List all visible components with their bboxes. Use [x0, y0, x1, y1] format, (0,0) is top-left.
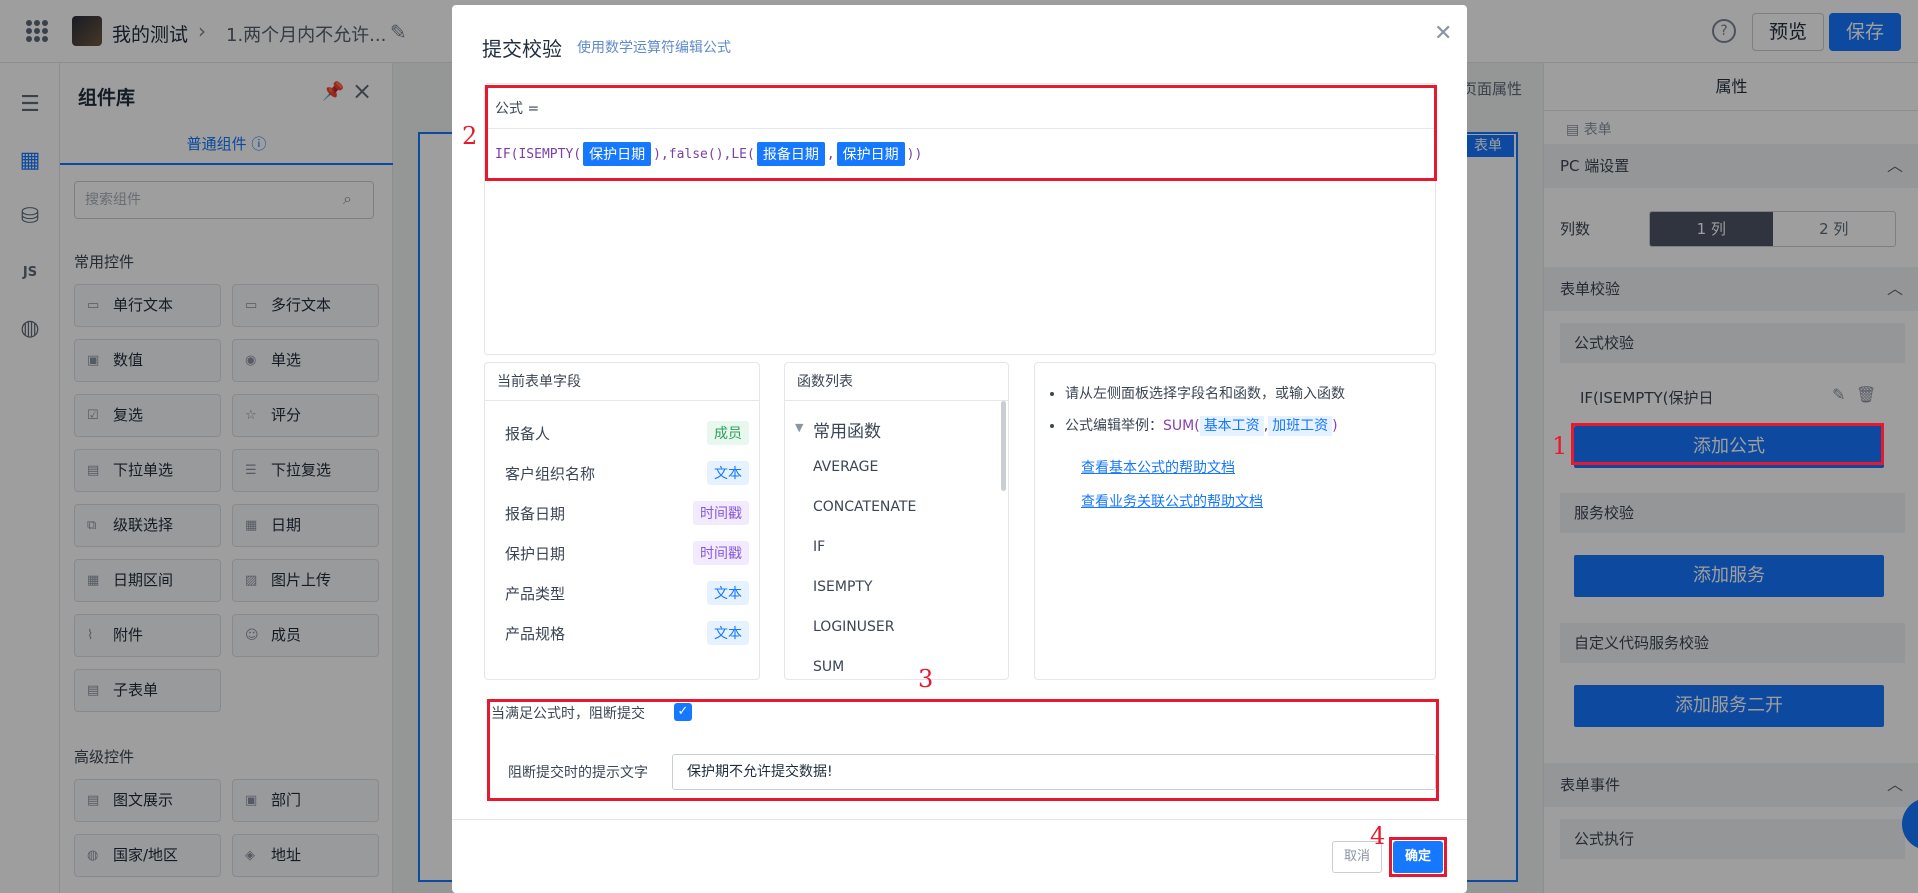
- field-item[interactable]: 产品类型: [505, 583, 565, 604]
- caret-down-icon[interactable]: ▼: [795, 421, 803, 434]
- dialog-title: 提交校验: [482, 37, 562, 61]
- annotation-box-4: [1389, 837, 1447, 877]
- annotation-box-1: [1571, 423, 1884, 465]
- functions-header: 函数列表: [785, 363, 1008, 401]
- fields-header: 当前表单字段: [485, 363, 759, 401]
- help-link-business[interactable]: 查看业务关联公式的帮助文档: [1081, 491, 1263, 511]
- function-item[interactable]: LOGINUSER: [813, 619, 894, 635]
- annotation-box-2: [485, 85, 1437, 181]
- dialog-subtitle: 使用数学运算符编辑公式: [577, 40, 731, 56]
- functions-group[interactable]: 常用函数: [813, 417, 881, 442]
- submit-validation-dialog: 提交校验 使用数学运算符编辑公式 ✕ 公式 = IF(ISEMPTY( 保护日期…: [452, 5, 1467, 893]
- help-field-chip: 加班工资: [1268, 416, 1333, 436]
- help-field-chip: 基本工资: [1199, 416, 1264, 436]
- field-type-badge: 文本: [707, 581, 749, 605]
- help-fn-end: ): [1332, 418, 1338, 434]
- field-item[interactable]: 产品规格: [505, 623, 565, 644]
- field-type-badge: 时间戳: [693, 541, 749, 565]
- annotation-box-3: [487, 699, 1439, 801]
- function-item[interactable]: AVERAGE: [813, 459, 878, 475]
- field-item[interactable]: 客户组织名称: [505, 463, 595, 484]
- field-item[interactable]: 报备人: [505, 423, 550, 444]
- help-panel: 请从左侧面板选择字段名和函数，或输入函数 公式编辑举例：SUM(基本工资,加班工…: [1034, 362, 1436, 680]
- field-type-badge: 文本: [707, 621, 749, 645]
- help-example-prefix: 公式编辑举例：: [1065, 418, 1163, 434]
- field-item[interactable]: 保护日期: [505, 543, 565, 564]
- function-item[interactable]: CONCATENATE: [813, 499, 916, 515]
- function-item[interactable]: IF: [813, 539, 825, 555]
- scrollbar[interactable]: [1001, 401, 1006, 491]
- help-link-basic[interactable]: 查看基本公式的帮助文档: [1081, 457, 1235, 477]
- help-tip: 请从左侧面板选择字段名和函数，或输入函数: [1065, 383, 1345, 403]
- form-fields-panel: 当前表单字段 报备人 成员 客户组织名称 文本 报备日期 时间戳 保护日期 时间…: [484, 362, 760, 680]
- close-icon[interactable]: ✕: [1434, 21, 1452, 46]
- field-item[interactable]: 报备日期: [505, 503, 565, 524]
- function-item[interactable]: ISEMPTY: [813, 579, 873, 595]
- annotation-number-2: 2: [462, 122, 478, 150]
- field-type-badge: 成员: [707, 421, 749, 445]
- annotation-number-1: 1: [1552, 432, 1568, 460]
- field-type-badge: 文本: [707, 461, 749, 485]
- help-fn: SUM(: [1163, 418, 1200, 434]
- help-example: 公式编辑举例：SUM(基本工资,加班工资): [1065, 415, 1345, 436]
- function-item[interactable]: SUM: [813, 659, 844, 675]
- divider: [452, 819, 1467, 820]
- field-type-badge: 时间戳: [693, 501, 749, 525]
- functions-panel: 函数列表 ▼ 常用函数 AVERAGE CONCATENATE IF ISEMP…: [784, 362, 1009, 680]
- annotation-number-3: 3: [918, 665, 934, 693]
- annotation-number-4: 4: [1370, 822, 1386, 850]
